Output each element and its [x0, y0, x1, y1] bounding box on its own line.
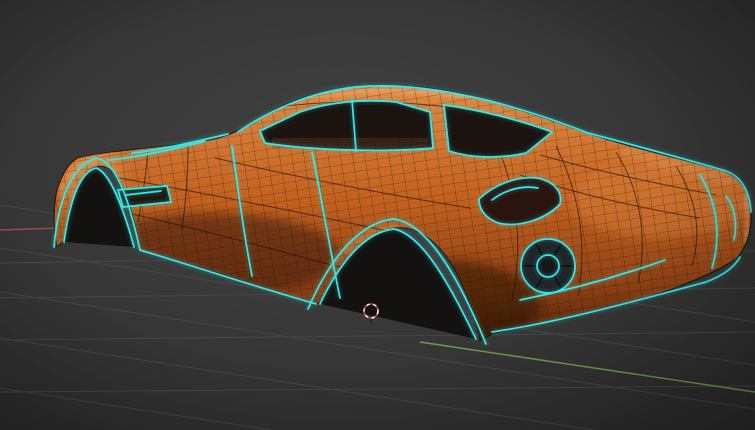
viewport-canvas[interactable] — [0, 0, 755, 430]
blender-3d-viewport[interactable] — [0, 0, 755, 430]
